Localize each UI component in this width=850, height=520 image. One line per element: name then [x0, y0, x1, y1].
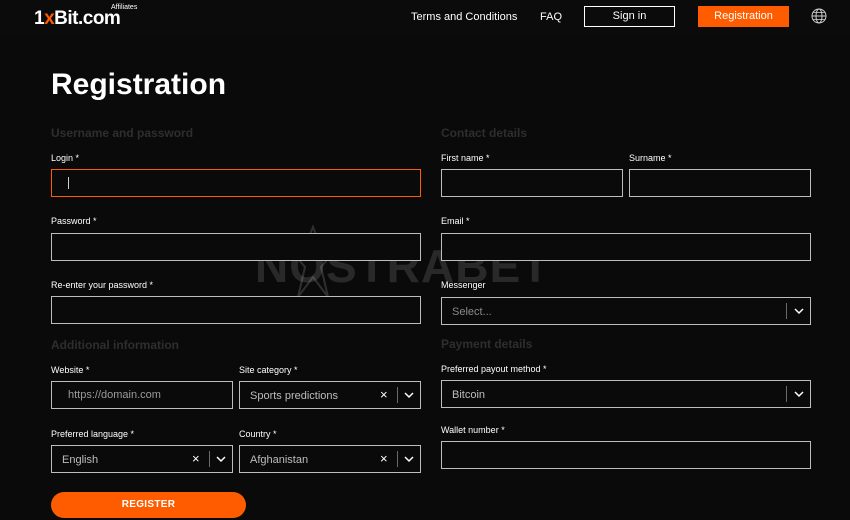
nav-terms-link[interactable]: Terms and Conditions: [411, 10, 517, 24]
select-separator: [397, 451, 398, 467]
select-separator: [397, 387, 398, 403]
register-button[interactable]: REGISTER: [51, 492, 246, 518]
wallet-number-label: Wallet number *: [441, 425, 505, 435]
section-payment-details: Payment details: [441, 337, 533, 351]
chevron-down-icon[interactable]: [404, 455, 414, 463]
website-label: Website *: [51, 365, 90, 375]
clear-icon[interactable]: ×: [192, 452, 200, 466]
chevron-down-icon[interactable]: [404, 391, 414, 399]
reenter-password-input[interactable]: [51, 296, 421, 324]
page-title: Registration: [51, 68, 227, 101]
globe-icon[interactable]: [811, 8, 827, 24]
messenger-select[interactable]: Select...: [441, 297, 811, 325]
nav-faq-link[interactable]: FAQ: [540, 10, 562, 24]
reenter-password-label: Re-enter your password *: [51, 280, 154, 290]
logo-text-2: Bit.com: [54, 8, 121, 29]
first-name-label: First name *: [441, 153, 490, 163]
section-contact-details: Contact details: [441, 126, 528, 140]
surname-label: Surname *: [629, 153, 672, 163]
registration-nav-button[interactable]: Registration: [698, 6, 789, 27]
payout-method-select[interactable]: Bitcoin: [441, 380, 811, 408]
clear-icon[interactable]: ×: [380, 388, 388, 402]
email-input[interactable]: [441, 233, 811, 261]
country-value: Afghanistan: [250, 454, 309, 466]
messenger-label: Messenger: [441, 280, 486, 290]
logo-affiliates: Affiliates: [111, 4, 138, 11]
login-input[interactable]: [51, 169, 421, 197]
website-input[interactable]: [51, 381, 233, 409]
select-separator: [209, 451, 210, 467]
chevron-down-icon[interactable]: [216, 455, 226, 463]
preferred-language-select[interactable]: English ×: [51, 445, 233, 473]
payout-method-label: Preferred payout method *: [441, 364, 547, 374]
chevron-down-icon[interactable]: [794, 307, 804, 315]
clear-icon[interactable]: ×: [380, 452, 388, 466]
country-label: Country *: [239, 429, 277, 439]
chevron-down-icon[interactable]: [794, 390, 804, 398]
section-username-password: Username and password: [51, 126, 194, 140]
logo[interactable]: 1xBit.com Affiliates: [34, 4, 137, 30]
logo-text-x: x: [44, 8, 55, 29]
login-label: Login *: [51, 153, 80, 163]
logo-text-1: 1: [34, 8, 45, 29]
site-category-label: Site category *: [239, 365, 298, 375]
signin-button[interactable]: Sign in: [584, 6, 675, 27]
text-caret: [68, 177, 69, 189]
site-category-select[interactable]: Sports predictions ×: [239, 381, 421, 409]
password-label: Password *: [51, 216, 97, 226]
password-input[interactable]: [51, 233, 421, 261]
preferred-language-value: English: [62, 454, 99, 466]
site-category-value: Sports predictions: [250, 390, 339, 402]
email-label: Email *: [441, 216, 470, 226]
first-name-input[interactable]: [441, 169, 623, 197]
country-select[interactable]: Afghanistan ×: [239, 445, 421, 473]
section-additional-information: Additional information: [51, 338, 179, 352]
wallet-number-input[interactable]: [441, 441, 811, 469]
surname-input[interactable]: [629, 169, 811, 197]
select-separator: [786, 303, 787, 319]
preferred-language-label: Preferred language *: [51, 429, 135, 439]
select-separator: [786, 386, 787, 402]
messenger-placeholder: Select...: [452, 306, 492, 318]
top-header: 1xBit.com Affiliates Terms and Condition…: [0, 0, 850, 34]
payout-method-value: Bitcoin: [452, 389, 486, 401]
